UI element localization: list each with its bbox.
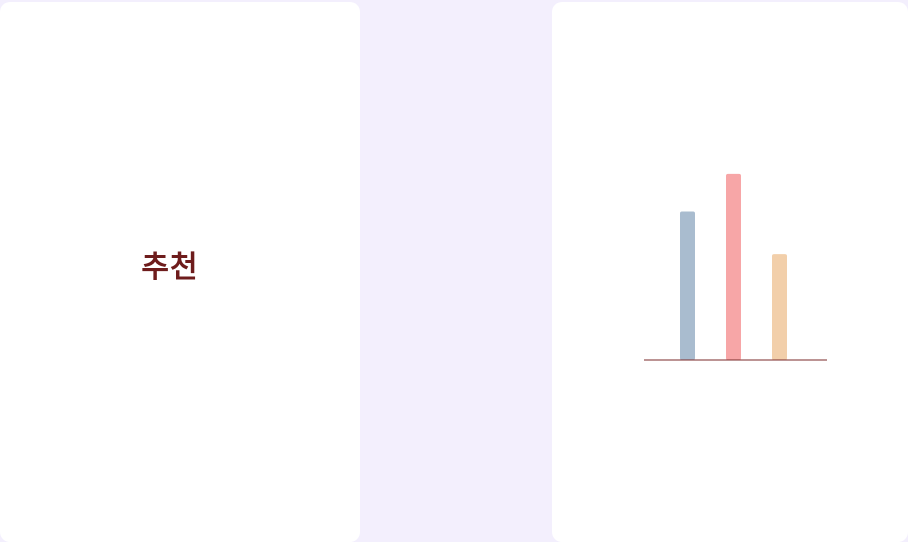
bar-2 [726, 173, 741, 360]
bar-1 [680, 211, 695, 360]
recommend-label: 추천 [141, 250, 199, 285]
bar-3 [772, 254, 787, 360]
page: 추천 [0, 0, 908, 542]
recommend-card[interactable]: 추천 [0, 2, 360, 542]
bars-group [680, 173, 787, 360]
chart-card[interactable] [552, 2, 908, 542]
bar-chart [644, 173, 827, 361]
